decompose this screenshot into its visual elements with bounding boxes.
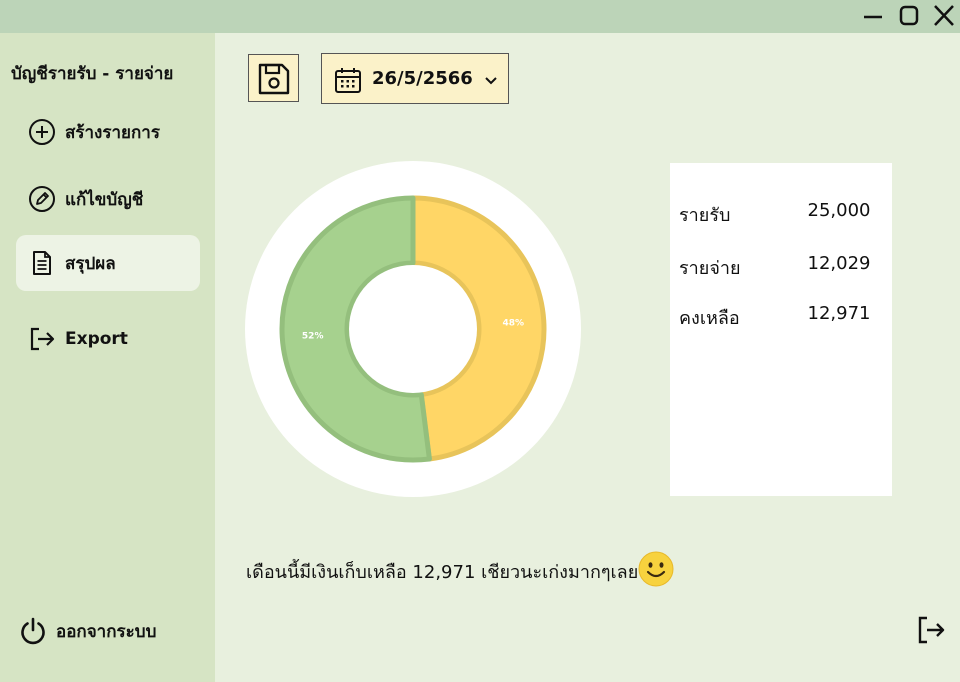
nav-summary-label: สรุปผล [65, 253, 116, 274]
nav-edit-account-label: แก้ไขบัญชี [65, 189, 144, 210]
export-icon [28, 325, 56, 353]
logout-button[interactable]: ออกจากระบบ [18, 615, 156, 647]
nav-create-entry[interactable]: สร้างรายการ [16, 104, 200, 160]
balance-label: คงเหลือ [679, 308, 740, 329]
nav-export[interactable]: Export [16, 311, 200, 367]
document-icon [28, 249, 56, 277]
nav-create-entry-label: สร้างรายการ [65, 122, 160, 143]
logout-label: ออกจากระบบ [56, 621, 157, 642]
nav-export-label: Export [65, 329, 128, 349]
power-icon [18, 616, 48, 646]
nav-edit-account[interactable]: แก้ไขบัญชี [16, 171, 200, 227]
maximize-icon[interactable] [896, 4, 922, 28]
income-value: 25,000 [807, 200, 871, 221]
plus-circle-icon [28, 118, 56, 146]
chevron-down-icon [483, 72, 499, 88]
expense-label: รายจ่าย [679, 258, 741, 279]
donut-chart-svg: 48% 52% [245, 161, 581, 497]
exit-icon [918, 616, 945, 644]
calendar-icon [333, 65, 363, 95]
app-title: บัญชีรายรับ - รายจ่าย [11, 64, 174, 84]
donut-label-1: 52% [302, 331, 324, 341]
date-picker[interactable]: 26/5/2566 [321, 53, 509, 104]
date-value: 26/5/2566 [372, 68, 473, 89]
title-bar [0, 0, 960, 33]
nav-summary[interactable]: สรุปผล [16, 235, 200, 291]
exit-button[interactable] [915, 614, 947, 646]
save-button[interactable] [248, 54, 299, 102]
pencil-circle-icon [28, 185, 56, 213]
savings-message: เดือนนี้มีเงินเก็บเหลือ 12,971 เชียวนะเก… [246, 562, 639, 583]
expense-value: 12,029 [807, 253, 871, 274]
summary-row-balance: คงเหลือ 12,971 [679, 303, 879, 329]
summary-panel: รายรับ 25,000 รายจ่าย 12,029 คงเหลือ 12,… [670, 163, 892, 496]
sidebar: บัญชีรายรับ - รายจ่าย สร้างรายการ แก้ไขบ… [0, 33, 215, 682]
minimize-icon[interactable] [860, 4, 886, 28]
smiley-face-icon [638, 551, 674, 587]
donut-hole [349, 265, 477, 393]
summary-row-expense: รายจ่าย 12,029 [679, 253, 879, 279]
close-icon[interactable] [931, 4, 957, 28]
income-label: รายรับ [679, 205, 731, 226]
floppy-disk-icon [258, 63, 290, 95]
donut-label-0: 48% [503, 319, 525, 329]
summary-row-income: รายรับ 25,000 [679, 200, 879, 226]
donut-chart: 48% 52% [244, 160, 582, 498]
balance-value: 12,971 [807, 303, 871, 324]
